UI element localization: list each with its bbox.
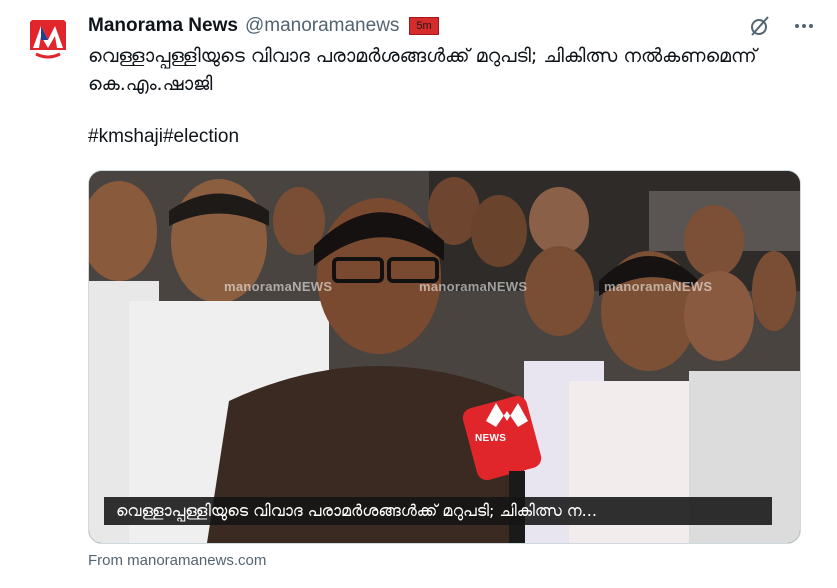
mic-label: NEWS bbox=[475, 433, 507, 444]
grok-icon[interactable] bbox=[747, 13, 773, 39]
watermark: manoramaNEWS bbox=[224, 279, 333, 294]
post-hashtags[interactable]: #kmshaji#election bbox=[88, 126, 239, 148]
video-caption: വെള്ളാപ്പള്ളിയുടെ വിവാദ പരാമർശങ്ങൾക്ക് മ… bbox=[104, 497, 772, 525]
watermark: manoramaNEWS bbox=[419, 279, 528, 294]
media-image bbox=[89, 171, 800, 543]
more-options-icon[interactable] bbox=[791, 13, 817, 39]
post-text: വെള്ളാപ്പള്ളിയുടെ വിവാദ പരാമർശങ്ങൾക്ക് മ… bbox=[88, 45, 757, 95]
post-media[interactable]: manoramaNEWS manoramaNEWS manoramaNEWS N… bbox=[88, 170, 801, 544]
author-handle[interactable]: @manoramanews bbox=[245, 15, 399, 37]
author-avatar[interactable] bbox=[24, 14, 72, 62]
link-source[interactable]: From manoramanews.com bbox=[88, 552, 266, 569]
watermark: manoramaNEWS bbox=[604, 279, 713, 294]
author-name[interactable]: Manorama News bbox=[88, 15, 238, 37]
header-actions bbox=[747, 13, 817, 39]
post-timestamp[interactable]: 5m bbox=[409, 17, 439, 35]
manorama-logo-icon bbox=[24, 14, 72, 62]
post-header: Manorama News @manoramanews 5m bbox=[88, 13, 817, 39]
